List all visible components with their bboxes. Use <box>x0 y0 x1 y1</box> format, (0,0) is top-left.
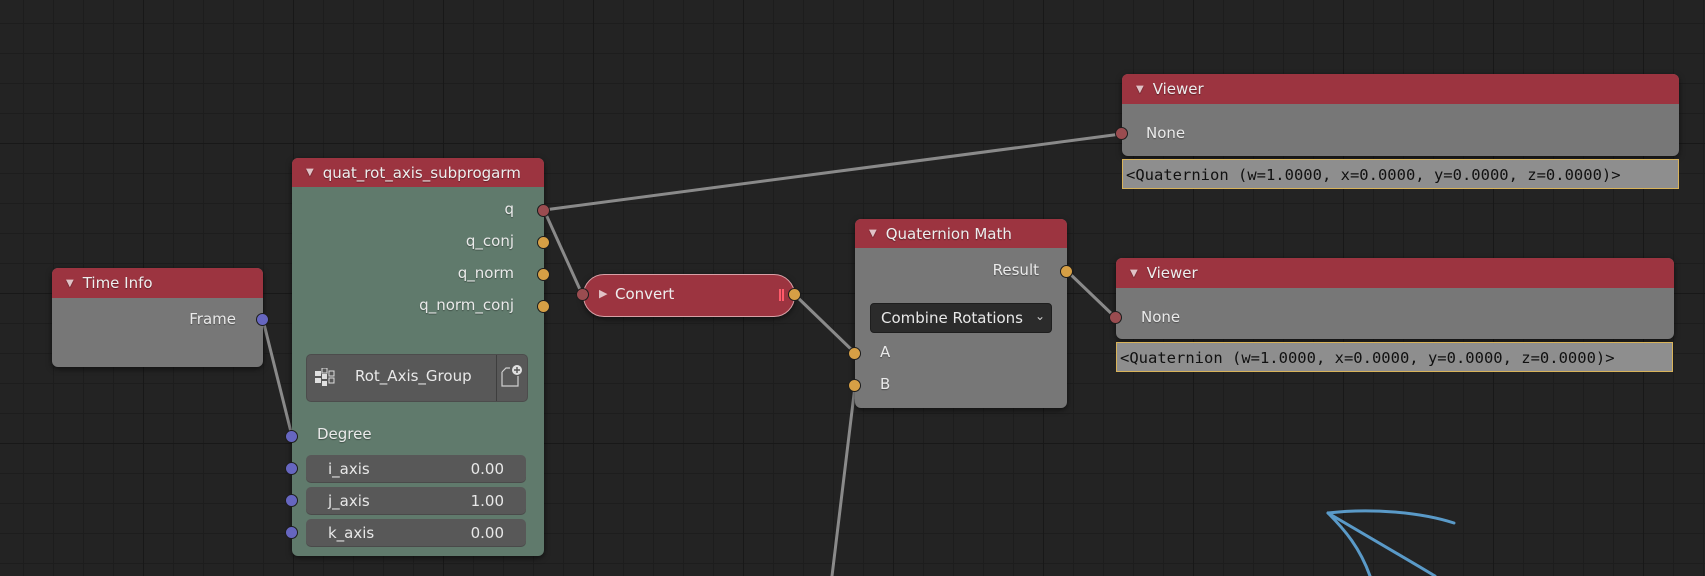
output-q-conj-label: q_conj <box>465 232 514 250</box>
field-value: 1.00 <box>470 492 504 510</box>
muted-indicator-icon <box>779 289 784 301</box>
convert-output-socket[interactable] <box>788 288 801 301</box>
node-title: Convert <box>615 285 675 303</box>
expand-triangle-icon[interactable]: ▶ <box>599 287 607 300</box>
field-value: 0.00 <box>470 524 504 542</box>
input-i-axis-socket[interactable] <box>285 462 298 475</box>
node-header[interactable]: ▼ Time Info <box>52 268 263 298</box>
link-quat-math-result-to-viewer-bottom[interactable] <box>1065 269 1118 320</box>
operation-value: Combine Rotations <box>881 309 1024 327</box>
collapse-triangle-icon[interactable]: ▼ <box>869 228 877 239</box>
viewer-bottom-value: <Quaternion (w=1.0000, x=0.0000, y=0.000… <box>1116 342 1673 372</box>
node-title: Viewer <box>1146 264 1198 282</box>
output-q-norm-label: q_norm <box>457 264 514 282</box>
input-degree-socket[interactable] <box>285 430 298 443</box>
node-tree-icon <box>314 367 336 388</box>
node-header[interactable]: ▼ Viewer <box>1122 74 1679 104</box>
input-a-socket[interactable] <box>848 347 861 360</box>
viewer-node-bottom[interactable]: ▼ Viewer None <box>1109 258 1674 339</box>
time-info-node[interactable]: ▼ Time Info Frame <box>52 268 269 367</box>
new-document-icon <box>501 365 522 387</box>
collapse-triangle-icon[interactable]: ▼ <box>66 278 74 289</box>
node-header[interactable]: ▼ Viewer <box>1116 258 1674 288</box>
field-label: j_axis <box>328 492 370 510</box>
output-q-socket[interactable] <box>537 204 550 217</box>
output-result-socket[interactable] <box>1060 265 1073 278</box>
link-group-q-to-convert[interactable] <box>542 208 584 296</box>
link-convert-to-quat-math-a[interactable] <box>792 292 857 355</box>
j-axis-field[interactable]: j_axis 1.00 <box>306 487 526 515</box>
new-node-tree-button[interactable] <box>496 355 527 401</box>
link-to-quat-math-b[interactable] <box>830 384 857 576</box>
node-tree-name: Rot_Axis_Group <box>355 367 472 385</box>
node-title: Viewer <box>1152 80 1204 98</box>
viewer-top-value: <Quaternion (w=1.0000, x=0.0000, y=0.000… <box>1122 159 1679 189</box>
chevron-down-icon: ⌄ <box>1034 309 1045 323</box>
output-result-label: Result <box>992 261 1039 279</box>
output-frame-socket[interactable] <box>256 313 269 326</box>
node-tree-selector[interactable]: Rot_Axis_Group <box>306 354 528 402</box>
input-degree-label: Degree <box>317 425 372 443</box>
quaternion-math-node[interactable]: ▼ Quaternion Math Result Combine Rotatio… <box>848 219 1073 408</box>
link-group-q-to-viewer-top[interactable] <box>542 132 1123 212</box>
input-b-label: B <box>880 375 891 393</box>
input-j-axis-socket[interactable] <box>285 494 298 507</box>
convert-node[interactable]: ▶ Convert <box>583 274 795 317</box>
operation-dropdown[interactable]: Combine Rotations ⌄ <box>870 303 1052 333</box>
collapse-triangle-icon[interactable]: ▼ <box>306 167 314 178</box>
input-b-socket[interactable] <box>848 379 861 392</box>
annotation-stroke <box>1326 509 1456 576</box>
output-q-norm-socket[interactable] <box>537 268 550 281</box>
input-label: None <box>1146 124 1186 142</box>
viewer-node-top[interactable]: ▼ Viewer None <box>1115 74 1679 156</box>
collapse-triangle-icon[interactable]: ▼ <box>1136 84 1144 95</box>
node-title: Quaternion Math <box>885 224 1012 243</box>
node-header[interactable]: ▼ quat_rot_axis_subprogarm <box>292 158 544 187</box>
node-title: Time Info <box>82 274 153 292</box>
input-a-label: A <box>880 343 891 361</box>
group-node[interactable]: ▼ quat_rot_axis_subprogarm q q_conj q_no… <box>285 158 550 556</box>
i-axis-field[interactable]: i_axis 0.00 <box>306 455 526 483</box>
output-q-norm-conj-socket[interactable] <box>537 300 550 313</box>
node-title: quat_rot_axis_subprogarm <box>322 163 521 182</box>
k-axis-field[interactable]: k_axis 0.00 <box>306 519 526 547</box>
output-q-norm-conj-label: q_norm_conj <box>419 296 514 314</box>
field-label: i_axis <box>328 460 370 478</box>
input-label: None <box>1141 308 1181 326</box>
output-q-conj-socket[interactable] <box>537 236 550 249</box>
node-header[interactable]: ▼ Quaternion Math <box>855 219 1067 248</box>
collapse-triangle-icon[interactable]: ▼ <box>1130 268 1138 279</box>
link-frame-to-degree[interactable] <box>261 318 294 438</box>
field-label: k_axis <box>328 524 375 542</box>
field-value: 0.00 <box>470 460 504 478</box>
input-k-axis-socket[interactable] <box>285 526 298 539</box>
convert-input-socket[interactable] <box>576 288 589 301</box>
output-q-label: q <box>504 200 514 218</box>
output-frame-label: Frame <box>189 310 236 328</box>
input-socket[interactable] <box>1109 311 1122 324</box>
input-socket[interactable] <box>1115 127 1128 140</box>
